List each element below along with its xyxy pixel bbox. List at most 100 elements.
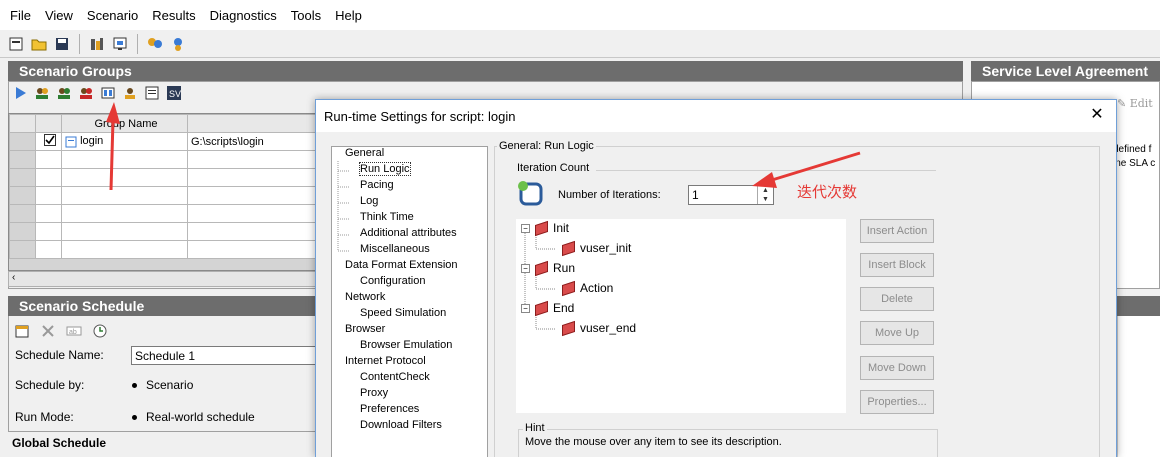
view-script-icon[interactable]: [142, 83, 162, 103]
hint-title: Hint: [523, 422, 547, 434]
schedule-clock-icon[interactable]: [90, 321, 110, 341]
tree-item-proxy[interactable]: Proxy: [360, 387, 388, 399]
group-name-text: login: [80, 135, 104, 148]
move-up-button[interactable]: Move Up: [860, 321, 934, 345]
properties-button[interactable]: Properties...: [860, 390, 934, 414]
tree-item-log[interactable]: Log: [360, 195, 378, 207]
users-settings-icon[interactable]: [168, 34, 188, 54]
grid-header-group-name[interactable]: Group Name: [61, 114, 188, 133]
schedule-name-label: Schedule Name:: [15, 348, 104, 362]
groups-grid: Group Name login G:\scripts\login: [8, 113, 318, 271]
tree-node-action[interactable]: Action: [562, 280, 614, 296]
new-schedule-icon[interactable]: [12, 321, 32, 341]
collapse-icon[interactable]: −: [521, 263, 530, 273]
iteration-divider: [596, 170, 936, 171]
tree-node-vuser-init[interactable]: vuser_init: [562, 240, 632, 256]
menu-results[interactable]: Results: [145, 8, 202, 23]
add-group-icon[interactable]: [54, 83, 74, 103]
tree-item-data-format-extension[interactable]: Data Format Extension: [345, 259, 458, 271]
users-icon[interactable]: [145, 34, 165, 54]
tree-item-browser[interactable]: Browser: [345, 323, 385, 335]
tree-item-additional-attributes[interactable]: Additional attributes: [360, 227, 457, 239]
tree-item-miscellaneous[interactable]: Miscellaneous: [360, 243, 430, 255]
iterations-spinner[interactable]: ▲ ▼: [757, 186, 773, 204]
sla-edit-label: Edit: [1129, 97, 1153, 110]
row-group-name[interactable]: login: [61, 132, 188, 151]
tree-node-init[interactable]: − Init: [521, 220, 569, 236]
grid-header-check: [35, 114, 62, 133]
insert-block-button[interactable]: Insert Block: [860, 253, 934, 277]
node-label: End: [553, 301, 575, 315]
tree-item-configuration[interactable]: Configuration: [360, 275, 425, 287]
save-icon[interactable]: [52, 34, 72, 54]
sla-edit-button[interactable]: ✎ Edit: [1117, 97, 1153, 110]
schedule-toolbar: ab: [12, 321, 110, 341]
remove-group-icon[interactable]: [76, 83, 96, 103]
hint-text: Move the mouse over any item to see its …: [525, 436, 782, 448]
menu-file[interactable]: File: [3, 8, 38, 23]
horizontal-scrollbar[interactable]: ‹: [8, 271, 318, 287]
scenario-groups-title: Scenario Groups: [19, 63, 132, 79]
row-header: [9, 132, 36, 151]
move-down-button[interactable]: Move Down: [860, 356, 934, 380]
menu-scenario[interactable]: Scenario: [80, 8, 145, 23]
node-label: Run: [553, 261, 576, 275]
table-row: [9, 150, 317, 169]
menu-view[interactable]: View: [38, 8, 80, 23]
schedule-by-label: Schedule by:: [15, 378, 85, 392]
run-icon[interactable]: [10, 83, 30, 103]
menu-tools[interactable]: Tools: [284, 8, 328, 23]
sla-header: Service Level Agreement: [971, 61, 1160, 81]
table-row: [9, 240, 317, 259]
sla-title: Service Level Agreement: [982, 63, 1149, 79]
run-mode-real-world-radio[interactable]: Real-world schedule: [132, 410, 255, 424]
tree-item-contentcheck[interactable]: ContentCheck: [360, 371, 430, 383]
tree-item-run-logic[interactable]: Run Logic: [359, 162, 411, 176]
sla-text-line: t: [1113, 129, 1155, 143]
tree-node-vuser-end[interactable]: vuser_end: [562, 320, 637, 336]
vusers-icon[interactable]: [32, 83, 52, 103]
menu-help[interactable]: Help: [328, 8, 369, 23]
insert-action-button[interactable]: Insert Action: [860, 219, 934, 243]
schedule-by-scenario-radio[interactable]: Scenario: [132, 378, 193, 392]
tree-item-internet-protocol[interactable]: Internet Protocol: [345, 355, 426, 367]
collapse-icon[interactable]: −: [521, 303, 530, 313]
load-generators-icon[interactable]: [87, 34, 107, 54]
runtime-settings-icon[interactable]: [98, 83, 118, 103]
tree-item-download-filters[interactable]: Download Filters: [360, 419, 442, 431]
close-icon[interactable]: ✕: [1088, 106, 1106, 124]
monitor-icon[interactable]: [110, 34, 130, 54]
action-icon: [562, 280, 575, 296]
toolbar-separator: [137, 33, 138, 54]
rename-schedule-icon[interactable]: ab: [64, 321, 84, 341]
tree-node-end[interactable]: − End: [521, 300, 575, 316]
delete-schedule-icon[interactable]: [38, 321, 58, 341]
settings-tree-labels: General Run Logic Pacing Log Think Time …: [331, 146, 488, 446]
node-label: Action: [580, 281, 614, 295]
node-label: vuser_init: [580, 241, 632, 255]
tree-item-preferences[interactable]: Preferences: [360, 403, 419, 415]
row-script-path[interactable]: G:\scripts\login: [187, 132, 317, 151]
delete-button[interactable]: Delete: [860, 287, 934, 311]
table-row: [9, 186, 317, 205]
sv-icon[interactable]: SV: [164, 83, 184, 103]
schedule-name-input[interactable]: Schedule 1: [131, 346, 321, 365]
open-folder-icon[interactable]: [29, 34, 49, 54]
tree-node-run[interactable]: − Run: [521, 260, 576, 276]
row-enable-checkbox[interactable]: [35, 132, 62, 151]
number-of-iterations-label: Number of Iterations:: [558, 189, 661, 201]
tree-item-speed-simulation[interactable]: Speed Simulation: [360, 307, 446, 319]
tree-item-think-time[interactable]: Think Time: [360, 211, 414, 223]
group-details-icon[interactable]: [120, 83, 140, 103]
menu-diagnostics[interactable]: Diagnostics: [203, 8, 284, 23]
tree-item-browser-emulation[interactable]: Browser Emulation: [360, 339, 452, 351]
tree-item-pacing[interactable]: Pacing: [360, 179, 394, 191]
table-row[interactable]: login G:\scripts\login: [9, 132, 317, 151]
dialog-title-bar: Run-time Settings for script: login: [316, 100, 1116, 132]
node-label: vuser_end: [580, 321, 637, 335]
new-scenario-icon[interactable]: [6, 34, 26, 54]
tree-item-network[interactable]: Network: [345, 291, 385, 303]
tree-item-general[interactable]: General: [345, 147, 384, 159]
grid-header-path[interactable]: [187, 114, 317, 133]
collapse-icon[interactable]: −: [521, 223, 530, 233]
